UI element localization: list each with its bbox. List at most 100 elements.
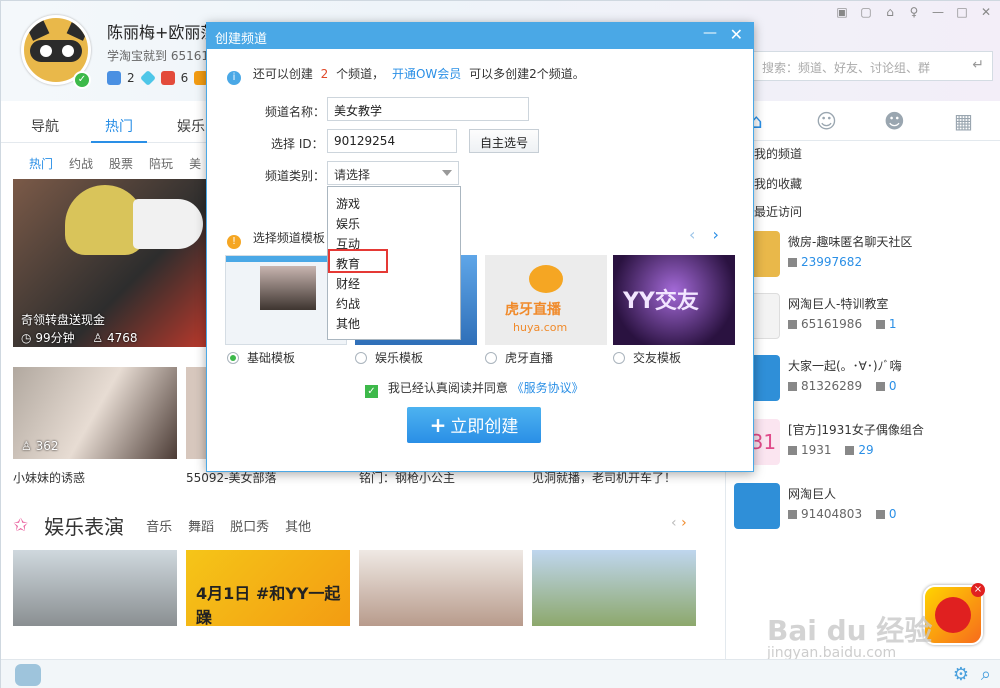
recent-visits-link[interactable]: 最近访问	[754, 203, 802, 220]
category-option-entertainment[interactable]: 娱乐	[336, 215, 360, 232]
channel-item[interactable]: 大家一起(。･∀･)ﾉﾞ嗨 81326289 0	[734, 355, 994, 411]
category-option-battle[interactable]: 约战	[336, 295, 360, 312]
shirt-icon[interactable]: ⌂	[883, 5, 897, 19]
pet-icon[interactable]	[15, 664, 41, 686]
quota-prefix: 还可以创建	[252, 67, 313, 81]
skin-icon[interactable]: ▣	[835, 5, 849, 19]
radio-icon[interactable]	[485, 352, 497, 364]
template-pager: ‹ ›	[689, 225, 719, 244]
radio-icon[interactable]	[613, 352, 625, 364]
section-link-dance[interactable]: 舞蹈	[188, 516, 214, 535]
template-huya[interactable]: 虎牙直播 huya.com	[485, 255, 607, 345]
close-icon[interactable]: ✕	[979, 5, 993, 19]
radio-label: 娱乐模板	[375, 351, 424, 365]
channel-item[interactable]: 网淘巨人-特训教室 65161986 1	[734, 293, 994, 349]
entertainment-section-header: ✩ 娱乐表演 音乐 舞蹈 脱口秀 其他	[13, 511, 311, 540]
radio-checked-icon[interactable]	[227, 352, 239, 364]
template-prev-icon[interactable]: ‹	[689, 225, 695, 244]
quota-mid: 个频道，	[336, 67, 385, 81]
channel-id-input[interactable]: 90129254	[327, 129, 457, 153]
template-next-icon[interactable]: ›	[713, 225, 719, 244]
person-icon[interactable]: ☺	[816, 109, 837, 133]
channel-meta: 23997682	[788, 255, 862, 269]
quota-info: i 还可以创建 2 个频道， 开通OW会员 可以多创建2个频道。	[227, 65, 585, 85]
live-thumbnail[interactable]	[186, 367, 206, 459]
next-arrow-icon[interactable]: ›	[681, 515, 687, 531]
apps-grid-icon[interactable]: ▦	[954, 109, 973, 133]
radio-label: 交友模板	[633, 351, 682, 365]
subtab-stock[interactable]: 股票	[109, 155, 133, 172]
live-thumbnail[interactable]	[359, 550, 523, 626]
my-favorites-link[interactable]: 我的收藏	[754, 175, 802, 192]
minimize-icon[interactable]: —	[931, 5, 945, 19]
subtab-battle[interactable]: 约战	[69, 155, 93, 172]
channel-name-input[interactable]: 美女教学	[327, 97, 529, 121]
template-radio-basic[interactable]: 基础模板	[227, 349, 295, 366]
search-placeholder: 搜索：频道、好友、讨论组、群	[762, 61, 931, 75]
maximize-icon[interactable]: □	[955, 5, 969, 19]
floating-close-icon[interactable]: ×	[971, 583, 985, 597]
avatar-ear-left	[24, 18, 50, 41]
category-option-finance[interactable]: 财经	[336, 275, 360, 292]
featured-caption: 奇领转盘送现金	[21, 313, 106, 327]
live-thumbnail[interactable]	[13, 550, 177, 626]
live-thumbnail[interactable]: ♙ 362	[13, 367, 177, 459]
section-link-talkshow[interactable]: 脱口秀	[230, 516, 269, 535]
live-thumbnail[interactable]: 4月1日 #和YY一起躁	[186, 550, 350, 626]
floating-app-inner	[935, 597, 971, 633]
user-name[interactable]: 陈丽梅+欧丽莎	[107, 19, 216, 43]
gear-icon[interactable]: ⚙	[953, 664, 969, 685]
featured-live-thumbnail[interactable]: 奇领转盘送现金 ◷ 99分钟 ♙ 4768	[13, 179, 213, 347]
quota-suffix: 可以多创建2个频道。	[469, 67, 585, 81]
channel-online-count: 1	[888, 317, 897, 331]
subtab-beauty[interactable]: 美	[189, 155, 201, 172]
bell-icon[interactable]: ♀	[907, 5, 921, 19]
id-icon	[788, 382, 797, 391]
channel-id: 81326289	[801, 379, 863, 393]
dialog-titlebar[interactable]: 创建频道 — ✕	[207, 23, 753, 49]
channel-item[interactable]: 131 [官方]1931女子偶像组合 1931 29	[734, 419, 994, 475]
group-icon[interactable]: ☻	[884, 109, 905, 133]
section-link-music[interactable]: 音乐	[146, 516, 172, 535]
create-channel-button[interactable]: + 立即创建	[407, 407, 541, 443]
message-box-icon[interactable]: ▢	[859, 5, 873, 19]
friends-count: 2	[127, 71, 135, 85]
dialog-minimize-icon[interactable]: —	[703, 25, 717, 41]
template-radio-dating[interactable]: 交友模板	[613, 349, 681, 366]
choose-id-button[interactable]: 自主选号	[469, 129, 540, 153]
agreement-text: 我已经认真阅读并同意	[387, 381, 508, 395]
diamond-icon[interactable]	[139, 70, 156, 86]
channel-item[interactable]: 微房-趣味匿名聊天社区 23997682	[734, 231, 994, 287]
radio-icon[interactable]	[355, 352, 367, 364]
my-channels-link[interactable]: 我的频道	[754, 145, 802, 162]
enter-icon[interactable]: ↵	[972, 57, 984, 73]
live-title[interactable]: 小妹妹的诱惑	[13, 469, 85, 486]
dialog-close-icon[interactable]: ✕	[730, 25, 743, 44]
channel-category-select[interactable]: 请选择	[327, 161, 459, 185]
live-thumbnail[interactable]	[532, 550, 696, 626]
tab-navigation[interactable]: 导航	[31, 116, 59, 136]
search-icon[interactable]: ⌕	[981, 664, 991, 685]
level-icon[interactable]	[160, 71, 175, 85]
users-icon	[875, 320, 885, 329]
section-link-other[interactable]: 其他	[285, 516, 311, 535]
viewer-icon: ♙	[92, 331, 104, 345]
create-channel-dialog: 创建频道 — ✕ i 还可以创建 2 个频道， 开通OW会员 可以多创建2个频道…	[206, 22, 754, 472]
template-radio-huya[interactable]: 虎牙直播	[485, 349, 553, 366]
prev-arrow-icon[interactable]: ‹	[671, 515, 677, 531]
vip-link[interactable]: 开通OW会员	[392, 67, 461, 81]
channel-item[interactable]: 网淘巨人 91404803 0	[734, 483, 994, 539]
agreement-checkbox[interactable]: ✓	[365, 385, 378, 398]
category-option-other[interactable]: 其他	[336, 315, 360, 332]
category-option-game[interactable]: 游戏	[336, 195, 360, 212]
template-dating[interactable]: YY交友	[613, 255, 735, 345]
subtab-hot[interactable]: 热门	[29, 155, 53, 172]
friends-icon[interactable]	[107, 71, 121, 85]
service-agreement-link[interactable]: 《服务协议》	[512, 381, 584, 395]
subtab-companion[interactable]: 陪玩	[149, 155, 173, 172]
search-input[interactable]: 搜索：频道、好友、讨论组、群 ↵	[753, 51, 993, 81]
user-signature[interactable]: 学淘宝就到 651619	[107, 47, 217, 64]
template-radio-entertainment[interactable]: 娱乐模板	[355, 349, 423, 366]
tab-hot[interactable]: 热门	[105, 116, 133, 136]
tab-entertainment[interactable]: 娱乐	[177, 116, 205, 136]
